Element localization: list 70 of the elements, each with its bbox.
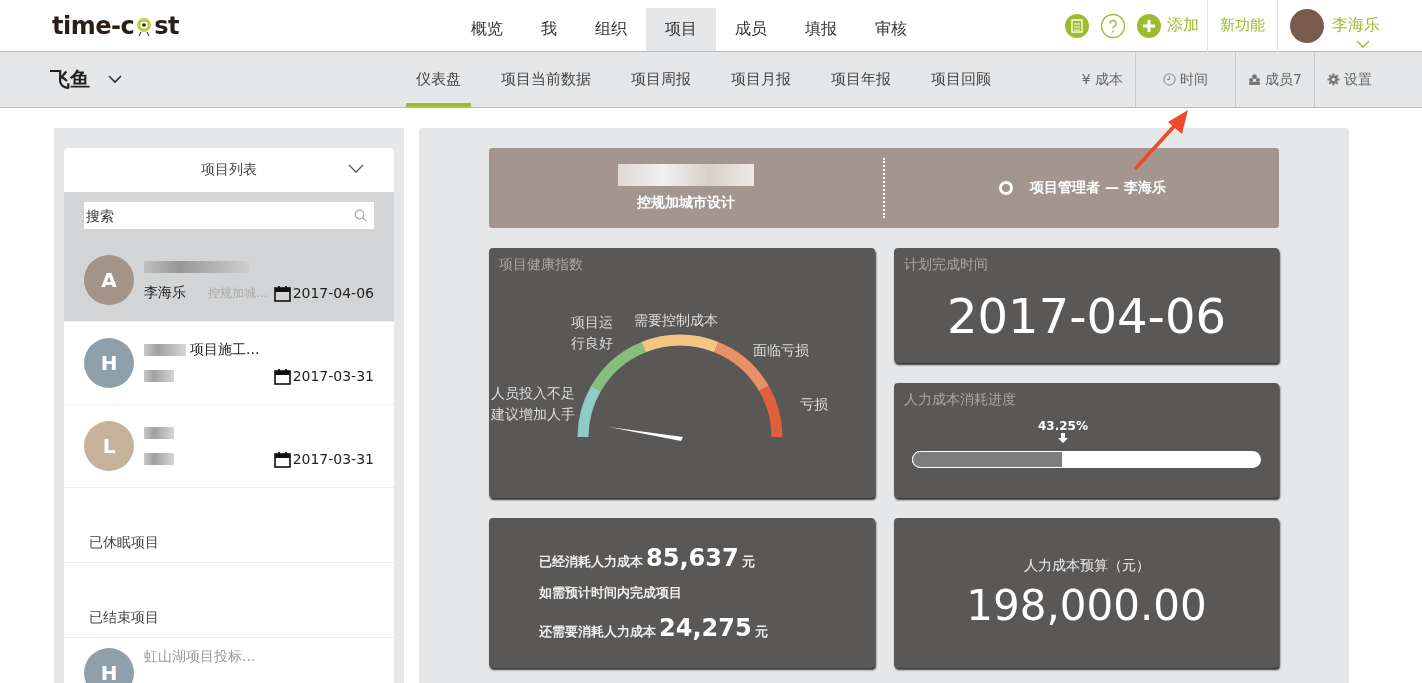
letter-avatar: H: [84, 648, 134, 683]
down-arrow-icon: [1057, 433, 1068, 443]
nav-item[interactable]: 成员: [716, 8, 786, 51]
project-name: 控规加城市设计: [637, 194, 735, 212]
chevron-icon[interactable]: [348, 164, 364, 174]
letter-avatar: H: [84, 338, 134, 388]
card-title: 项目健康指数: [499, 256, 584, 274]
tab[interactable]: 项目当前数据: [491, 52, 601, 107]
project-date: 2017-04-06: [273, 284, 374, 302]
tab[interactable]: 项目月报: [721, 52, 801, 107]
search-field[interactable]: 搜索: [84, 202, 374, 229]
redacted-block: [144, 370, 174, 382]
settings-icon: [1327, 73, 1340, 86]
project-title: 虹山湖项目投标...: [144, 648, 256, 666]
nav-item[interactable]: 填报: [786, 8, 856, 51]
project-date: 2017-03-31: [273, 367, 374, 385]
letter-avatar: L: [84, 421, 134, 471]
owner-name: 李海乐: [144, 284, 187, 302]
calendar-icon: [273, 367, 291, 385]
gauge-label: 项目运行良好: [571, 313, 614, 353]
redacted-block: [144, 344, 186, 356]
user-avatar: [1290, 8, 1324, 43]
gauge-label: 人员投入不足建议增加人手: [491, 384, 576, 424]
logo[interactable]: time-c st: [52, 0, 452, 51]
project-manager: 项目管理者 — 李海乐: [1030, 179, 1166, 197]
toolbar-link[interactable]: 成员7: [1235, 52, 1314, 107]
nav-item[interactable]: 概览: [452, 8, 522, 51]
section-label: 已休眠项目: [89, 534, 159, 552]
chevron-icon: [1356, 39, 1370, 48]
redacted-block: [144, 427, 174, 439]
budget-amount: 198,000.00: [966, 580, 1207, 630]
project-title: 项目施工...: [190, 341, 260, 359]
calendar-icon: [273, 450, 291, 468]
deadline-date: 2017-04-06: [947, 288, 1226, 344]
letter-avatar: A: [84, 255, 134, 305]
cost-note: 如需预计时间内完成项目: [539, 584, 683, 602]
search-icon: [354, 209, 367, 222]
settings-button[interactable]: 设置: [1314, 52, 1384, 107]
gauge-label: 面临亏损: [753, 341, 810, 360]
ring-icon: [998, 180, 1015, 196]
gauge-label: 需要控制成本: [634, 311, 719, 330]
tab[interactable]: 项目回顾: [921, 52, 1001, 107]
toolbar-link[interactable]: 时间: [1135, 52, 1236, 107]
tab[interactable]: 项目年报: [821, 52, 901, 107]
people-icon: [1248, 73, 1262, 86]
budget-title: 人力成本预算（元）: [1023, 556, 1150, 575]
progress-reading: 43.25%: [1037, 419, 1088, 433]
nav-item[interactable]: 审核: [856, 8, 926, 51]
section-label: 已结束项目: [89, 609, 159, 627]
panel-title: 项目列表: [201, 161, 257, 179]
tab[interactable]: 项目周报: [621, 52, 701, 107]
clock-icon: [1163, 73, 1177, 86]
nav-item[interactable]: 我: [522, 8, 576, 51]
nav-item[interactable]: 组织: [576, 8, 646, 51]
calculator-icon[interactable]: [1064, 12, 1090, 39]
gauge-label: 亏损: [800, 395, 829, 414]
project-selector[interactable]: 飞鱼: [0, 52, 396, 107]
project-date: 2017-03-31: [273, 450, 374, 468]
toolbar-link[interactable]: ¥ 成本: [1069, 52, 1136, 107]
chevron-icon: [108, 75, 122, 84]
calendar-icon: [273, 284, 291, 302]
nav-item[interactable]: 项目: [646, 8, 716, 51]
plus-icon: [1136, 12, 1162, 39]
tab[interactable]: 仪表盘: [406, 52, 471, 107]
spent-cost: 已经消耗人力成本 85,637 元: [539, 544, 756, 572]
help-icon[interactable]: [1100, 12, 1126, 39]
remaining-cost: 还需要消耗人力成本 24,275 元: [539, 614, 769, 642]
redacted-block: [144, 453, 174, 465]
card-title: 人力成本消耗进度: [904, 391, 1017, 409]
card-title: 计划完成时间: [904, 256, 989, 274]
